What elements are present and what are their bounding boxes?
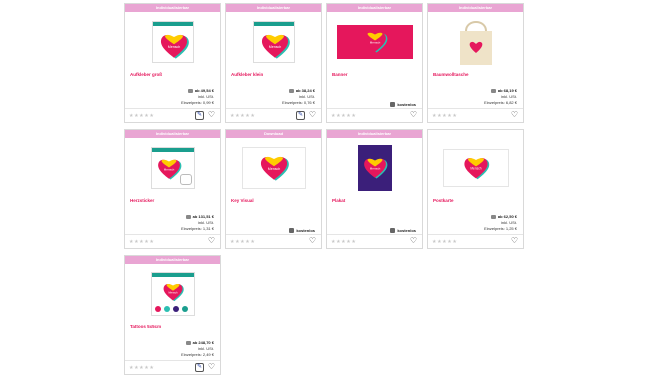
product-title[interactable]: Tattoos 5x5cm bbox=[130, 324, 161, 329]
rating-stars: ★★★★★ bbox=[129, 112, 155, 119]
product-badge: Individualisierbar bbox=[125, 4, 220, 12]
product-card[interactable]: Individualisierbar Mensch Herzsticker ab… bbox=[124, 129, 221, 249]
tattoo-sheet-icon[interactable]: Mensch bbox=[125, 268, 220, 320]
product-badge: Download bbox=[226, 130, 321, 138]
svg-text:Mensch: Mensch bbox=[163, 168, 174, 172]
product-title[interactable]: Plakat bbox=[332, 198, 345, 203]
product-badge: Individualisierbar bbox=[125, 130, 220, 138]
card-footer: ★★★★★ ♡ bbox=[327, 234, 422, 248]
card-footer: ★★★★★ ✎ ♡ bbox=[125, 108, 220, 122]
edit-pencil-icon[interactable]: ✎ bbox=[195, 111, 204, 120]
favorite-heart-icon[interactable]: ♡ bbox=[409, 237, 418, 246]
sticker-sheet-icon[interactable]: Mensch bbox=[125, 16, 220, 68]
product-badge bbox=[428, 130, 523, 138]
postcard-icon[interactable]: Mensch bbox=[428, 142, 523, 194]
heart-sticker-icon[interactable]: Mensch bbox=[125, 142, 220, 194]
favorite-heart-icon[interactable]: ♡ bbox=[308, 111, 317, 120]
product-title[interactable]: Aufkleber groß bbox=[130, 72, 162, 77]
price-block: ab 62,50 € inkl. USt. Einzelpreis: 1,25 … bbox=[484, 214, 517, 232]
product-title[interactable]: Banner bbox=[332, 72, 348, 77]
unit-price: Einzelpreis: 1,31 € bbox=[181, 226, 214, 231]
svg-text:Mensch: Mensch bbox=[167, 45, 180, 49]
rating-stars: ★★★★★ bbox=[432, 238, 458, 245]
product-card[interactable]: Individualisierbar Mensch Tattoos 5x5cm … bbox=[124, 255, 221, 375]
edit-pencil-icon[interactable]: ✎ bbox=[296, 111, 305, 120]
favorite-heart-icon[interactable]: ♡ bbox=[207, 237, 216, 246]
card-footer: ★★★★★ ♡ bbox=[428, 234, 523, 248]
favorite-heart-icon[interactable]: ♡ bbox=[510, 237, 519, 246]
free-label: kostenlos bbox=[390, 228, 416, 233]
product-title[interactable]: Aufkleber klein bbox=[231, 72, 263, 77]
product-title[interactable]: Key Visual bbox=[231, 198, 254, 203]
rating-stars: ★★★★★ bbox=[230, 238, 256, 245]
svg-text:Mensch: Mensch bbox=[268, 45, 281, 49]
favorite-heart-icon[interactable]: ♡ bbox=[207, 111, 216, 120]
svg-text:Mensch: Mensch bbox=[369, 41, 380, 45]
product-badge: Individualisierbar bbox=[428, 4, 523, 12]
card-footer: ★★★★★ ✎ ♡ bbox=[125, 360, 220, 374]
favorite-heart-icon[interactable]: ♡ bbox=[308, 237, 317, 246]
svg-text:Mensch: Mensch bbox=[470, 167, 481, 171]
rating-stars: ★★★★★ bbox=[331, 238, 357, 245]
card-footer: ★★★★★ ♡ bbox=[327, 108, 422, 122]
free-label: kostenlos bbox=[289, 228, 315, 233]
rating-stars: ★★★★★ bbox=[432, 112, 458, 119]
product-badge: Individualisierbar bbox=[226, 4, 321, 12]
free-text: kostenlos bbox=[397, 228, 416, 233]
download-icon bbox=[289, 228, 295, 233]
product-card[interactable]: Download Mensch Key Visual kostenlos ★★★… bbox=[225, 129, 322, 249]
svg-text:Mensch: Mensch bbox=[168, 290, 178, 294]
unit-price: Einzelpreis: 2,49 € bbox=[181, 352, 214, 357]
price-block: ab 49,54 € inkl. USt. Einzelpreis: 0,99 … bbox=[181, 88, 214, 106]
card-footer: ★★★★★ ♡ bbox=[428, 108, 523, 122]
svg-text:Mensch: Mensch bbox=[369, 167, 380, 171]
sticker-sheet-icon[interactable]: Mensch bbox=[226, 16, 321, 68]
free-text: kostenlos bbox=[397, 102, 416, 107]
key-visual-icon[interactable]: Mensch bbox=[226, 142, 321, 194]
rating-stars: ★★★★★ bbox=[129, 364, 155, 371]
product-title[interactable]: Postkarte bbox=[433, 198, 454, 203]
product-card[interactable]: Individualisierbar Mensch Aufkleber klei… bbox=[225, 3, 322, 123]
product-badge: Individualisierbar bbox=[327, 130, 422, 138]
product-card[interactable]: Individualisierbar Mensch Aufkleber groß… bbox=[124, 3, 221, 123]
tote-bag-icon[interactable] bbox=[428, 16, 523, 68]
product-card[interactable]: Individualisierbar Mensch Banner kostenl… bbox=[326, 3, 423, 123]
edit-pencil-icon[interactable]: ✎ bbox=[195, 363, 204, 372]
rating-stars: ★★★★★ bbox=[230, 112, 256, 119]
card-footer: ★★★★★ ♡ bbox=[226, 234, 321, 248]
unit-price: Einzelpreis: 0,99 € bbox=[181, 100, 214, 105]
free-label: kostenlos bbox=[390, 102, 416, 107]
product-card[interactable]: Individualisierbar Mensch Plakat kostenl… bbox=[326, 129, 423, 249]
price-block: ab 68,19 € inkl. USt. Einzelpreis: 6,82 … bbox=[484, 88, 517, 106]
poster-icon[interactable]: Mensch bbox=[327, 142, 422, 194]
favorite-heart-icon[interactable]: ♡ bbox=[409, 111, 418, 120]
product-card[interactable]: Individualisierbar Baumwolltasche ab 68,… bbox=[427, 3, 524, 123]
free-text: kostenlos bbox=[296, 228, 315, 233]
product-title[interactable]: Baumwolltasche bbox=[433, 72, 469, 77]
unit-price: Einzelpreis: 6,82 € bbox=[484, 100, 517, 105]
product-grid: Individualisierbar Mensch Aufkleber groß… bbox=[124, 3, 546, 375]
unit-price: Einzelpreis: 0,76 € bbox=[282, 100, 315, 105]
svg-text:Mensch: Mensch bbox=[267, 167, 280, 171]
product-card[interactable]: Mensch Postkarte ab 62,50 € inkl. USt. E… bbox=[427, 129, 524, 249]
banner-icon[interactable]: Mensch bbox=[327, 16, 422, 68]
product-badge: Individualisierbar bbox=[327, 4, 422, 12]
download-icon bbox=[390, 228, 396, 233]
rating-stars: ★★★★★ bbox=[331, 112, 357, 119]
favorite-heart-icon[interactable]: ♡ bbox=[207, 363, 216, 372]
product-title[interactable]: Herzsticker bbox=[130, 198, 154, 203]
card-footer: ★★★★★ ✎ ♡ bbox=[226, 108, 321, 122]
unit-price: Einzelpreis: 1,25 € bbox=[484, 226, 517, 231]
download-icon bbox=[390, 102, 396, 107]
price-block: ab 248,70 € inkl. USt. Einzelpreis: 2,49… bbox=[181, 340, 214, 358]
card-footer: ★★★★★ ♡ bbox=[125, 234, 220, 248]
price-block: ab 38,24 € inkl. USt. Einzelpreis: 0,76 … bbox=[282, 88, 315, 106]
favorite-heart-icon[interactable]: ♡ bbox=[510, 111, 519, 120]
product-badge: Individualisierbar bbox=[125, 256, 220, 264]
price-block: ab 131,51 € inkl. USt. Einzelpreis: 1,31… bbox=[181, 214, 214, 232]
rating-stars: ★★★★★ bbox=[129, 238, 155, 245]
